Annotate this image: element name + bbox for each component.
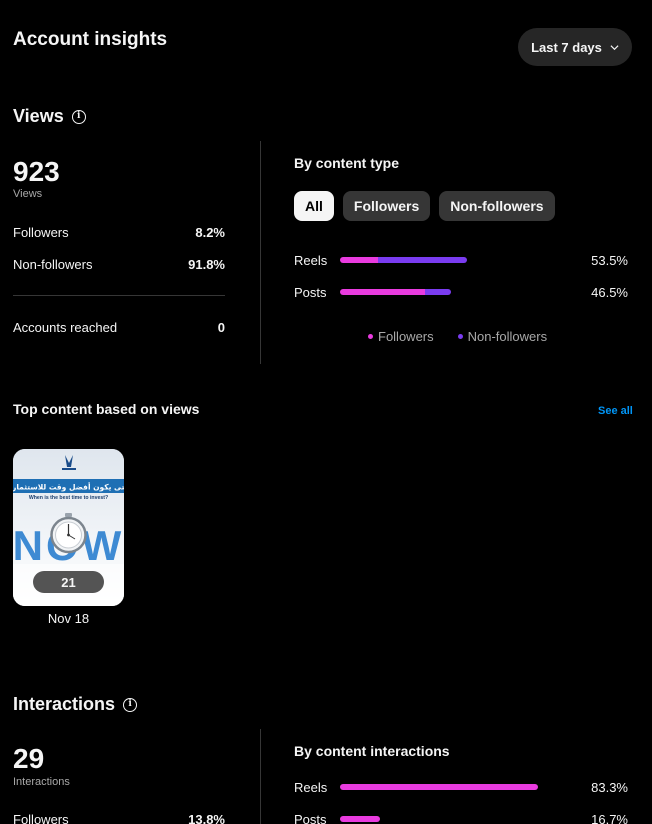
views-non-followers-label: Non-followers (13, 257, 93, 272)
views-bar-reels (340, 257, 468, 263)
see-all-link[interactable]: See all (598, 405, 633, 417)
info-icon[interactable]: i (71, 109, 86, 124)
bar-segment-followers (340, 816, 380, 822)
interactions-followers-value: 13.8% (188, 812, 225, 824)
thumbnail-caption-en: When is the best time to invest? (29, 495, 108, 501)
by-content-interactions-title: By content interactions (294, 743, 450, 759)
interactions-section-title: Interactions i (13, 694, 138, 715)
interactions-title: Interactions (13, 694, 116, 714)
filter-chip-non-followers[interactable]: Non-followers (439, 191, 555, 221)
date-range-label: Last 7 days (531, 39, 602, 55)
legend-label-followers: Followers (378, 329, 434, 344)
bar-segment-followers (340, 289, 426, 295)
legend-item-followers: Followers (368, 329, 434, 344)
views-section-title: Views i (13, 106, 86, 127)
view-count-badge: 21 (33, 571, 104, 593)
views-bar-pct-reels: 53.5% (591, 253, 628, 268)
thumbnail-caption-ar: متى يكون أفضل وقت للاستثمار؟ (13, 482, 124, 492)
interactions-bar-posts (340, 816, 380, 822)
divider (13, 295, 225, 296)
legend-dot-non-followers (457, 334, 463, 339)
views-followers-label: Followers (13, 225, 69, 240)
interactions-bar-label-reels: Reels (294, 780, 328, 795)
views-bar-pct-posts: 46.5% (591, 285, 628, 300)
accounts-reached-row: Accounts reached 0 (13, 320, 225, 335)
column-divider (260, 729, 261, 824)
bar-segment-non-followers (378, 257, 468, 263)
views-legend: Followers Non-followers (368, 329, 547, 344)
content-filter-chips: All Followers Non-followers (294, 191, 555, 221)
views-bar-label-posts: Posts (294, 285, 327, 300)
account-insights-page: Account insights Last 7 days Views i 923… (0, 0, 652, 824)
views-title: Views (13, 106, 64, 126)
views-bar-posts (340, 289, 451, 295)
interactions-bar-pct-posts: 16.7% (591, 812, 628, 824)
top-content-thumbnail[interactable]: When is the best time to invest? متى يكو… (13, 449, 124, 606)
bar-segment-followers (340, 784, 539, 790)
views-followers-row: Followers 8.2% (13, 225, 225, 240)
bar-segment-non-followers (425, 289, 451, 295)
interactions-total: 29 (13, 743, 45, 774)
accounts-reached-label: Accounts reached (13, 320, 118, 335)
accounts-reached-value: 0 (217, 320, 225, 335)
views-non-followers-value: 91.8% (188, 257, 225, 272)
legend-dot-followers (368, 334, 373, 339)
bar-segment-followers (340, 257, 379, 263)
interactions-bar-reels (340, 784, 539, 790)
views-bar-label-reels: Reels (294, 253, 328, 268)
interactions-bar-pct-reels: 83.3% (591, 780, 628, 795)
interactions-followers-row: Followers 13.8% (13, 812, 225, 824)
views-total-label: Views (13, 188, 43, 200)
legend-item-non-followers: Non-followers (457, 329, 548, 344)
top-content-title: Top content based on views (13, 401, 200, 417)
legend-label-non-followers: Non-followers (467, 329, 548, 344)
top-content-date: Nov 18 (47, 611, 90, 626)
filter-chip-all[interactable]: All (294, 191, 334, 221)
interactions-followers-label: Followers (13, 812, 69, 824)
chevron-down-icon (610, 44, 619, 50)
date-range-dropdown[interactable]: Last 7 days (518, 28, 632, 66)
views-non-followers-row: Non-followers 91.8% (13, 257, 225, 272)
page-title: Account insights (13, 29, 168, 50)
column-divider (260, 141, 261, 364)
interactions-total-label: Interactions (13, 776, 70, 788)
filter-chip-followers[interactable]: Followers (342, 191, 431, 221)
interactions-bar-label-posts: Posts (294, 812, 327, 824)
info-icon[interactable]: i (123, 697, 138, 712)
views-followers-value: 8.2% (195, 225, 225, 240)
by-content-type-title: By content type (294, 155, 400, 171)
views-total: 923 (13, 156, 60, 187)
